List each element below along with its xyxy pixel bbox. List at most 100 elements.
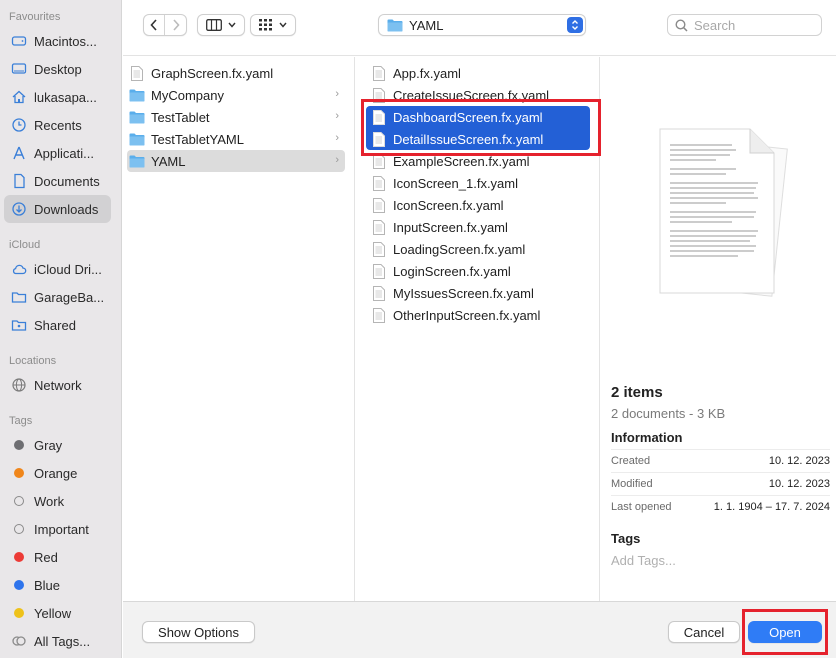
- file-icon: [371, 152, 387, 170]
- list-item-mycompany[interactable]: MyCompany ›: [127, 84, 345, 106]
- folder-icon: [11, 289, 27, 305]
- toolbar: YAML: [123, 0, 836, 56]
- file-icon: [371, 306, 387, 324]
- list-item-file[interactable]: OtherInputScreen.fx.yaml: [366, 304, 590, 326]
- sidebar-tag-important[interactable]: Important: [4, 515, 111, 543]
- sidebar-item-garageband[interactable]: GarageBa...: [4, 283, 111, 311]
- list-item-label: LoadingScreen.fx.yaml: [393, 241, 526, 257]
- list-item-label: InputScreen.fx.yaml: [393, 219, 508, 235]
- sidebar-item-documents[interactable]: Documents: [4, 167, 111, 195]
- list-item-label: MyIssuesScreen.fx.yaml: [393, 285, 534, 301]
- sidebar-item-home[interactable]: lukasapa...: [4, 83, 111, 111]
- sidebar-tag-yellow[interactable]: Yellow: [4, 599, 111, 627]
- forward-button[interactable]: [165, 15, 186, 35]
- open-button[interactable]: Open: [748, 621, 822, 643]
- list-item-file[interactable]: IconScreen_1.fx.yaml: [366, 172, 590, 194]
- sidebar-tag-orange[interactable]: Orange: [4, 459, 111, 487]
- list-item-file[interactable]: LoginScreen.fx.yaml: [366, 260, 590, 282]
- list-item-file[interactable]: App.fx.yaml: [366, 62, 590, 84]
- sidebar-tag-work[interactable]: Work: [4, 487, 111, 515]
- sidebar-item-label: Desktop: [34, 61, 82, 77]
- location-label: YAML: [409, 17, 444, 33]
- list-item-file-selected[interactable]: DetailIssueScreen.fx.yaml: [366, 128, 590, 150]
- sidebar-section-tags: Tags: [9, 415, 33, 427]
- add-tags-field[interactable]: Add Tags...: [611, 553, 676, 568]
- sidebar-item-desktop[interactable]: Desktop: [4, 55, 111, 83]
- info-value: 1. 1. 1904 – 17. 7. 2024: [713, 500, 830, 513]
- list-item-testtabletyaml[interactable]: TestTabletYAML ›: [127, 128, 345, 150]
- chevron-right-icon: ›: [335, 154, 339, 166]
- file-icon: [371, 262, 387, 280]
- list-item-file-selected[interactable]: DashboardScreen.fx.yaml: [366, 106, 590, 128]
- search-field[interactable]: [667, 14, 822, 36]
- sidebar-item-label: Documents: [34, 173, 100, 189]
- file-icon: [371, 218, 387, 236]
- list-item-graphscreen[interactable]: GraphScreen.fx.yaml: [127, 62, 345, 84]
- search-input[interactable]: [694, 17, 814, 33]
- tags-heading: Tags: [611, 531, 641, 546]
- chevron-right-icon: ›: [335, 88, 339, 100]
- list-item-yaml[interactable]: YAML ›: [127, 150, 345, 172]
- back-button[interactable]: [144, 15, 166, 35]
- sidebar: Favourites Macintos... Desktop lukasapa.…: [0, 0, 122, 658]
- column-files: App.fx.yaml CreateIssueScreen.fx.yaml Da…: [356, 57, 600, 601]
- sidebar-tag-red[interactable]: Red: [4, 543, 111, 571]
- sidebar-item-applications[interactable]: Applicati...: [4, 139, 111, 167]
- show-options-button[interactable]: Show Options: [142, 621, 255, 643]
- file-icon: [371, 86, 387, 104]
- chevron-right-icon: ›: [335, 132, 339, 144]
- sidebar-item-label: Orange: [34, 465, 78, 481]
- file-icon: [371, 64, 387, 82]
- tag-dot-icon: [11, 605, 27, 621]
- list-item-label: DetailIssueScreen.fx.yaml: [393, 131, 544, 147]
- sidebar-section-locations: Locations: [9, 355, 57, 367]
- sidebar-item-shared[interactable]: Shared: [4, 311, 111, 339]
- list-item-label: ExampleScreen.fx.yaml: [393, 153, 530, 169]
- tag-dot-icon: [11, 465, 27, 481]
- sidebar-item-network[interactable]: Network: [4, 371, 111, 399]
- all-tags-icon: [11, 633, 27, 649]
- sidebar-item-macintosh-hd[interactable]: Macintos...: [4, 27, 111, 55]
- sidebar-item-icloud-drive[interactable]: iCloud Dri...: [4, 255, 111, 283]
- sidebar-item-downloads[interactable]: Downloads: [4, 195, 111, 223]
- info-key: Last opened: [611, 500, 672, 513]
- sidebar-tag-gray[interactable]: Gray: [4, 431, 111, 459]
- chevron-right-icon: [172, 19, 180, 31]
- sidebar-tag-all-tags[interactable]: All Tags...: [4, 627, 111, 655]
- list-item-file[interactable]: ExampleScreen.fx.yaml: [366, 150, 590, 172]
- sidebar-item-label: Yellow: [34, 605, 72, 621]
- file-icon: [371, 174, 387, 192]
- list-item-testtablet[interactable]: TestTablet ›: [127, 106, 345, 128]
- view-mode-button[interactable]: [197, 14, 245, 36]
- list-item-label: YAML: [151, 153, 186, 169]
- location-popup[interactable]: YAML: [378, 14, 586, 36]
- shared-folder-icon: [11, 317, 27, 333]
- columns-view-icon: [206, 19, 222, 31]
- list-item-file[interactable]: LoadingScreen.fx.yaml: [366, 238, 590, 260]
- tag-dot-icon: [11, 493, 27, 509]
- group-by-button[interactable]: [250, 14, 296, 36]
- folder-icon: [129, 108, 145, 126]
- sidebar-item-recents[interactable]: Recents: [4, 111, 111, 139]
- list-item-file[interactable]: CreateIssueScreen.fx.yaml: [366, 84, 590, 106]
- preview-pane: 2 items 2 documents - 3 KB Information C…: [601, 57, 836, 601]
- list-item-file[interactable]: IconScreen.fx.yaml: [366, 194, 590, 216]
- list-item-file[interactable]: MyIssuesScreen.fx.yaml: [366, 282, 590, 304]
- list-item-label: OtherInputScreen.fx.yaml: [393, 307, 541, 323]
- sidebar-section-favourites: Favourites: [9, 11, 61, 23]
- file-icon: [371, 196, 387, 214]
- hard-drive-icon: [11, 33, 27, 49]
- sidebar-tag-blue[interactable]: Blue: [4, 571, 111, 599]
- clock-icon: [11, 117, 27, 133]
- grid-icon: [259, 19, 272, 31]
- cancel-button[interactable]: Cancel: [668, 621, 740, 643]
- home-icon: [11, 89, 27, 105]
- list-item-label: CreateIssueScreen.fx.yaml: [393, 87, 550, 103]
- list-item-label: DashboardScreen.fx.yaml: [393, 109, 543, 125]
- list-item-label: LoginScreen.fx.yaml: [393, 263, 511, 279]
- nav-buttons: [143, 14, 187, 36]
- sidebar-item-label: Red: [34, 549, 58, 565]
- tag-dot-icon: [11, 549, 27, 565]
- list-item-label: IconScreen.fx.yaml: [393, 197, 504, 213]
- list-item-file[interactable]: InputScreen.fx.yaml: [366, 216, 590, 238]
